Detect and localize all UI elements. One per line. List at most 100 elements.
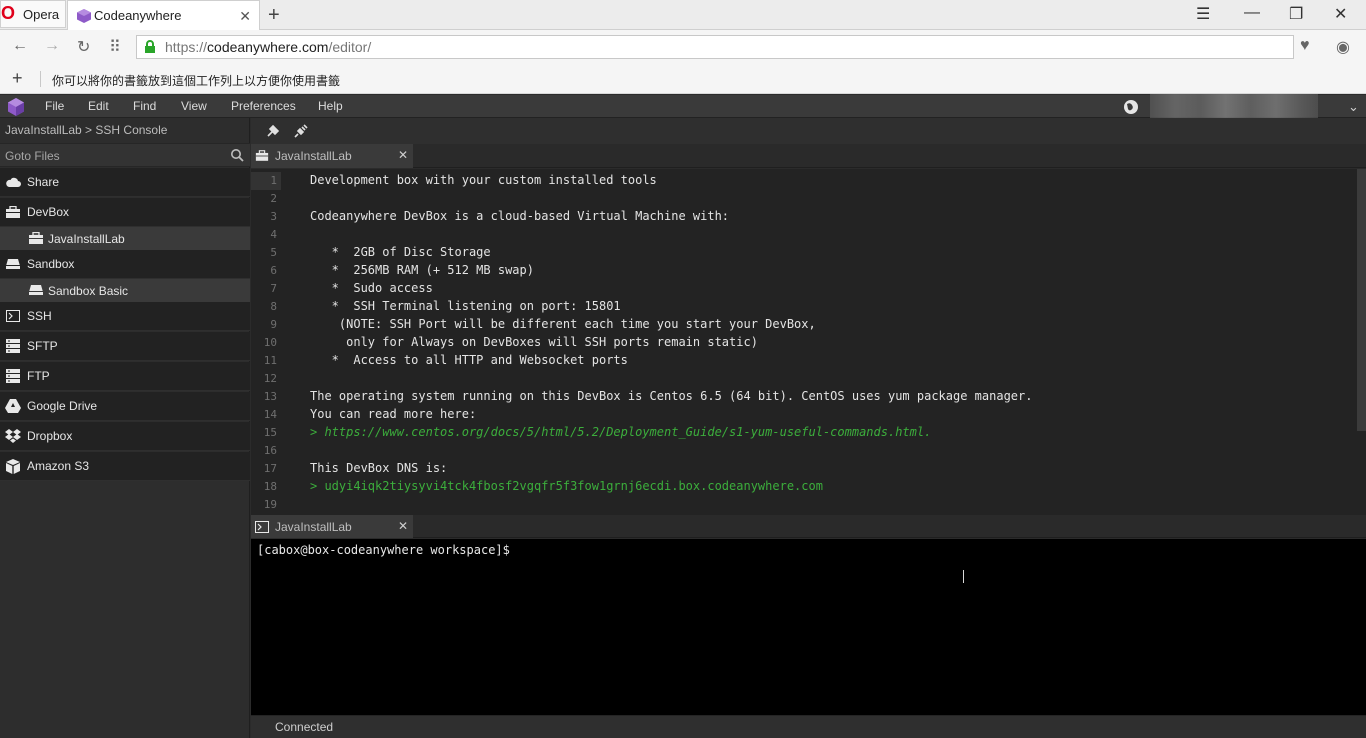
add-bookmark-icon[interactable]: + (12, 68, 23, 89)
line-number: 12 (263, 372, 277, 385)
menu-find[interactable]: Find (133, 99, 156, 113)
editor-scrollbar[interactable] (1357, 169, 1366, 431)
goto-files-input[interactable]: Goto Files (0, 143, 250, 167)
tab-menu-icon[interactable]: ☰ (1196, 4, 1210, 24)
window-close-icon[interactable]: ✕ (1334, 4, 1347, 24)
line-number: 5 (270, 246, 277, 259)
briefcase-icon (5, 204, 21, 220)
sidebar-item-sandbox[interactable]: Sandbox (0, 250, 250, 279)
back-icon[interactable]: ← (12, 37, 28, 55)
sidebar-item-dropbox[interactable]: Dropbox (0, 422, 250, 451)
opera-logo-icon: O (1, 3, 16, 23)
secure-lock-icon (145, 40, 155, 53)
code-line: You can read more here: (310, 407, 477, 421)
connect-plug-icon[interactable] (266, 124, 280, 138)
sidebar-item-label: Google Drive (27, 399, 98, 413)
breadcrumb: JavaInstallLab > SSH Console (5, 123, 168, 137)
reload-icon[interactable]: ↻ (77, 37, 90, 57)
close-tab-icon[interactable]: ✕ (239, 8, 251, 25)
text-cursor (963, 570, 964, 583)
terminal-tab-bar: JavaInstallLab ✕ (251, 515, 1366, 538)
server-icon (5, 368, 21, 384)
menu-help[interactable]: Help (318, 99, 343, 113)
heart-bookmark-icon[interactable]: ♥ (1300, 37, 1310, 55)
code-line: The operating system running on this Dev… (310, 389, 1033, 403)
tab-label: JavaInstallLab (275, 149, 352, 163)
opera-menu-label: Opera (23, 6, 60, 22)
line-number: 14 (263, 408, 277, 421)
menu-edit[interactable]: Edit (88, 99, 109, 113)
line-number: 17 (263, 462, 277, 475)
code-line: > https://www.centos.org/docs/5/html/5.2… (310, 425, 932, 439)
code-editor[interactable]: 1 2 3 4 5 6 7 8 9 10 11 12 13 14 15 16 17 18 19 Developmen… (251, 169, 1366, 515)
browser-tab-codeanywhere[interactable]: Codeanywhere ✕ (67, 0, 260, 30)
search-icon[interactable] (230, 148, 244, 162)
restore-icon[interactable]: ❐ (1289, 4, 1303, 24)
google-drive-icon (5, 398, 21, 414)
terminal-icon (255, 520, 269, 533)
terminal-icon (5, 308, 21, 324)
terminal-prompt: [cabox@box-codeanywhere workspace]$ (257, 543, 510, 557)
chevron-down-icon[interactable]: ⌄ (1348, 99, 1359, 115)
code-line: * Access to all HTTP and Websocket ports (310, 353, 628, 367)
sidebar-item-devbox[interactable]: DevBox (0, 198, 250, 227)
sidebar-item-share[interactable]: Share (0, 168, 250, 197)
tab-label: JavaInstallLab (275, 519, 352, 534)
sidebar-item-label: SSH (27, 309, 52, 323)
close-tab-icon[interactable]: ✕ (398, 519, 408, 533)
tab-javainstalllab-editor[interactable]: JavaInstallLab ✕ (251, 144, 413, 168)
sidebar-item-ftp[interactable]: FTP (0, 362, 250, 391)
code-line: This DevBox DNS is: (310, 461, 448, 475)
url-host: codeanywhere.com (207, 39, 329, 55)
opera-menu-button[interactable]: O Opera (0, 0, 66, 28)
briefcase-icon (28, 231, 44, 246)
sidebar-item-google-drive[interactable]: Google Drive (0, 392, 250, 421)
user-account-blurred[interactable] (1150, 94, 1318, 118)
sidebar-item-label: SFTP (27, 339, 58, 353)
sidebar-item-label: Sandbox Basic (48, 283, 129, 298)
new-tab-icon[interactable]: + (268, 4, 280, 27)
browser-tab-title: Codeanywhere (94, 8, 182, 23)
line-number: 13 (263, 390, 277, 403)
cloud-icon (5, 174, 21, 190)
line-number: 6 (270, 264, 277, 277)
code-line: * SSH Terminal listening on port: 15801 (310, 299, 621, 313)
code-line: * Sudo access (310, 281, 433, 295)
status-bar: Connected (251, 715, 1366, 738)
line-number-gutter: 1 2 3 4 5 6 7 8 9 10 11 12 13 14 15 16 17 18 19 (251, 169, 307, 515)
bookmarks-hint: 你可以將你的書籤放到這個工作列上以方便你使用書籤 (52, 74, 341, 88)
ssh-terminal[interactable]: [cabox@box-codeanywhere workspace]$ (251, 539, 1366, 715)
line-number: 1 (270, 174, 277, 187)
sidebar-item-label: Sandbox (27, 257, 75, 271)
url-scheme: https:// (165, 39, 208, 55)
close-tab-icon[interactable]: ✕ (398, 148, 408, 162)
account-icon[interactable]: ◉ (1336, 37, 1350, 57)
goto-files-placeholder: Goto Files (5, 149, 60, 163)
sidebar-item-sftp[interactable]: SFTP (0, 332, 250, 361)
speed-dial-grid-icon[interactable]: ⠿ (109, 37, 121, 57)
forward-icon[interactable]: → (44, 37, 60, 55)
tab-javainstalllab-terminal[interactable]: JavaInstallLab ✕ (251, 515, 413, 538)
editor-tab-bar: JavaInstallLab ✕ (251, 144, 1366, 168)
url-path: /editor/ (328, 39, 372, 55)
sidebar-item-ssh[interactable]: SSH (0, 302, 250, 331)
codeanywhere-logo-icon[interactable] (6, 97, 26, 117)
sidebar-item-amazon-s3[interactable]: Amazon S3 (0, 452, 250, 481)
sidebar-item-sandbox-basic[interactable]: Sandbox Basic (0, 279, 250, 302)
menu-file[interactable]: File (45, 99, 64, 113)
dropbox-icon (5, 428, 21, 444)
globe-icon[interactable] (1122, 98, 1140, 116)
code-line: > udyi4iqk2tiysyvi4tck4fbosf2vgqfr5f3fow… (310, 479, 823, 493)
code-line: only for Always on DevBoxes will SSH por… (310, 335, 758, 349)
minimize-icon[interactable]: — (1244, 4, 1260, 22)
disconnect-plug-icon[interactable] (294, 124, 308, 138)
url-input[interactable]: https://codeanywhere.com/editor/ (136, 35, 1294, 59)
codeanywhere-favicon-icon (77, 8, 91, 23)
menu-preferences[interactable]: Preferences (231, 99, 296, 113)
line-number: 4 (270, 228, 277, 241)
line-number: 10 (263, 336, 277, 349)
menu-view[interactable]: View (181, 99, 207, 113)
sidebar-item-javainstalllab[interactable]: JavaInstallLab (0, 227, 250, 250)
editor-toolbar (251, 118, 1366, 144)
sidebar-item-label: Share (27, 175, 60, 189)
